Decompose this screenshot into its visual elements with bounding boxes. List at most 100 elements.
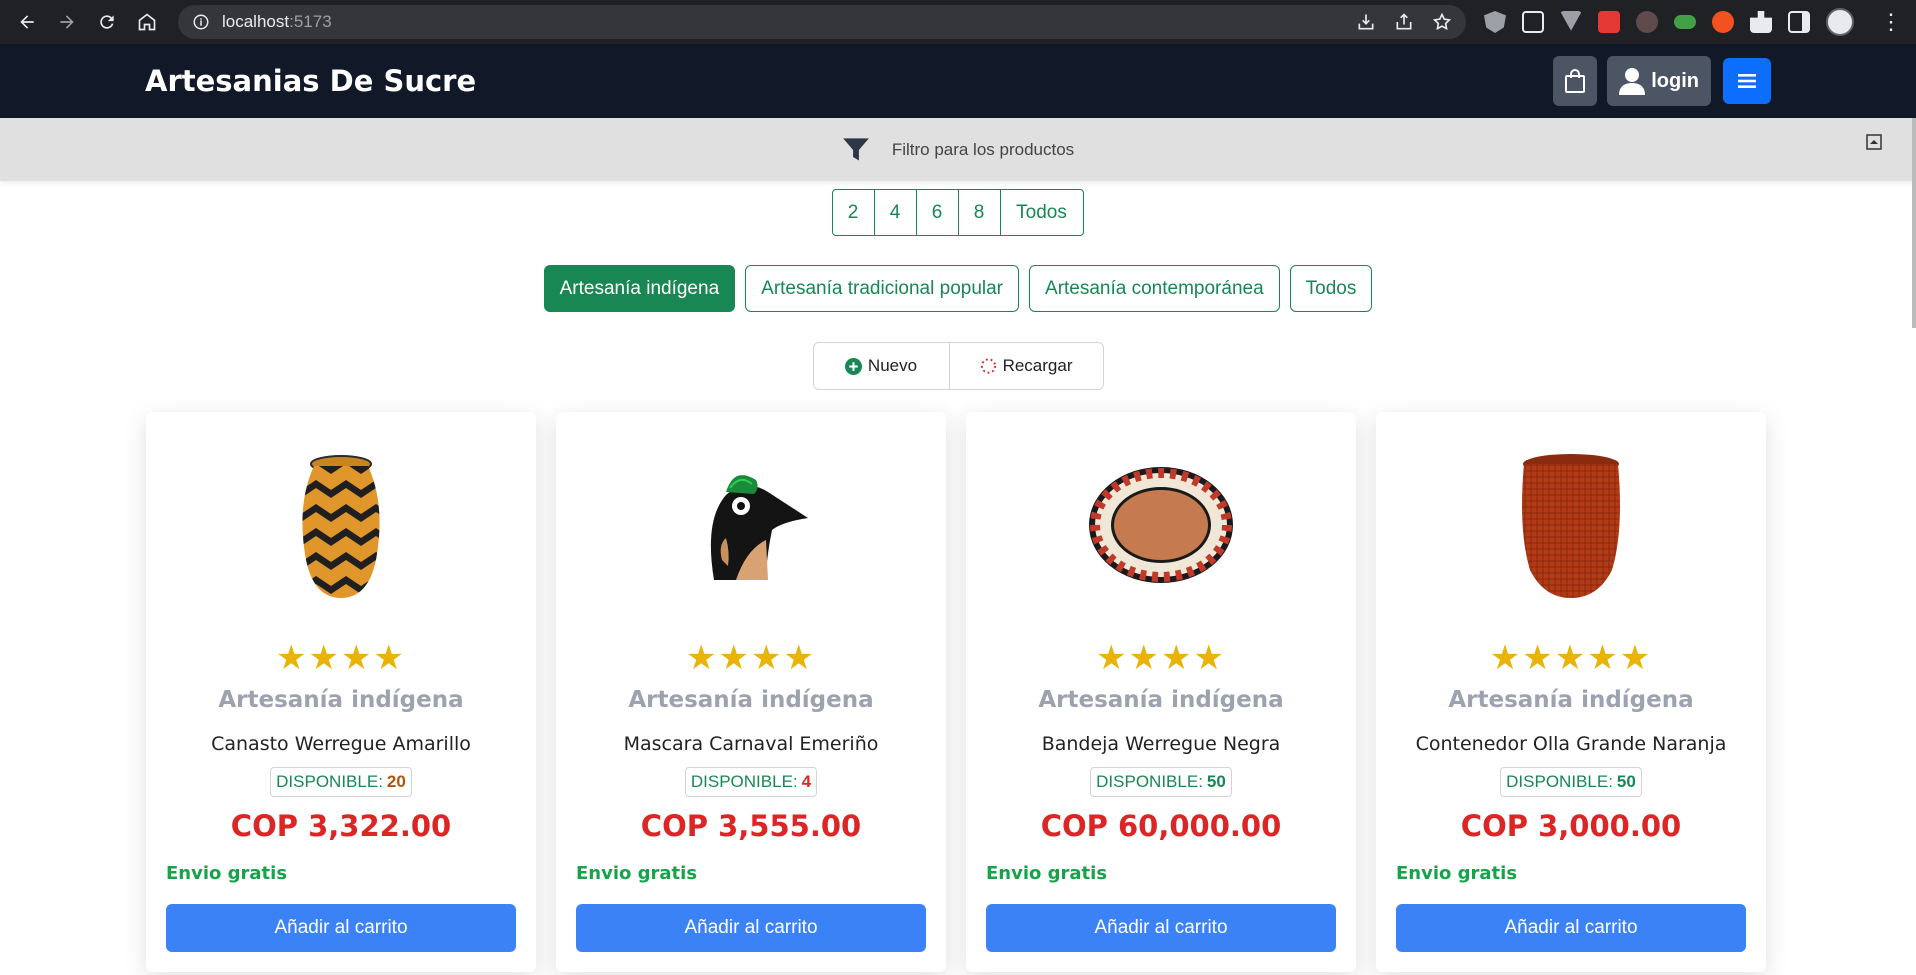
shipping-label: Envio gratis: [166, 862, 288, 884]
shield-extension-icon[interactable]: [1484, 11, 1506, 33]
page-size-8[interactable]: 8: [957, 189, 1001, 236]
product-category: Artesanía indígena: [1038, 686, 1284, 713]
menu-button[interactable]: [1723, 58, 1771, 104]
rating-stars: ★★★★: [276, 639, 406, 678]
browser-toolbar: localhost:5173 ⋮: [0, 0, 1916, 44]
add-to-cart-button[interactable]: Añadir al carrito: [166, 903, 516, 952]
add-to-cart-button[interactable]: Añadir al carrito: [1396, 903, 1746, 952]
add-to-cart-button[interactable]: Añadir al carrito: [576, 903, 926, 952]
bug-extension-icon[interactable]: [1636, 11, 1658, 33]
login-button[interactable]: login: [1607, 56, 1711, 106]
availability-badge: DISPONIBLE: 4: [684, 766, 818, 797]
product-category: Artesanía indígena: [628, 686, 874, 713]
availability-qty: 4: [801, 771, 812, 791]
product-card: ★★★★ Artesanía indígena Mascara Carnaval…: [556, 412, 946, 972]
availability-label: DISPONIBLE:: [1096, 771, 1203, 791]
reload-label: Recargar: [1002, 356, 1073, 375]
url-host: localhost: [222, 12, 290, 31]
cart-button[interactable]: [1553, 56, 1598, 106]
page-size-4[interactable]: 4: [873, 189, 917, 236]
product-name: Bandeja Werregue Negra: [1041, 732, 1281, 755]
page-size-6[interactable]: 6: [915, 189, 959, 236]
availability-label: DISPONIBLE:: [276, 771, 383, 791]
product-grid: ★★★★ Artesanía indígena Canasto Werregue…: [0, 412, 1916, 972]
home-icon[interactable]: [130, 5, 164, 39]
login-label: login: [1651, 69, 1699, 92]
side-panel-icon[interactable]: [1788, 11, 1810, 33]
rating-stars: ★★★★★: [1489, 639, 1653, 678]
forward-icon[interactable]: [50, 5, 84, 39]
add-to-cart-button[interactable]: Añadir al carrito: [986, 903, 1336, 952]
new-label: Nuevo: [867, 356, 918, 375]
product-category: Artesanía indígena: [1448, 686, 1694, 713]
availability-badge: DISPONIBLE: 50: [1500, 766, 1642, 797]
share-icon[interactable]: [1394, 12, 1414, 32]
app-header: Artesanias De Sucre login: [0, 44, 1916, 118]
page-size-2[interactable]: 2: [831, 189, 875, 236]
availability-qty: 50: [1206, 771, 1226, 791]
reload-icon[interactable]: [90, 5, 124, 39]
spinner-icon: [980, 358, 996, 374]
page-scrollbar[interactable]: [1912, 118, 1916, 328]
product-price: COP 3,000.00: [1460, 808, 1682, 843]
product-card: ★★★★★ Artesanía indígena Contenedor Olla…: [1376, 412, 1766, 972]
rating-stars: ★★★★: [686, 639, 816, 678]
availability-qty: 20: [386, 771, 406, 791]
shipping-label: Envio gratis: [1396, 862, 1518, 884]
install-icon[interactable]: [1356, 12, 1376, 32]
reload-button[interactable]: Recargar: [948, 342, 1104, 390]
product-card: ★★★★ Artesanía indígena Bandeja Werregue…: [966, 412, 1356, 972]
product-category: Artesanía indígena: [218, 686, 464, 713]
bookmark-star-icon[interactable]: [1432, 12, 1452, 32]
glasses-extension-icon[interactable]: [1522, 11, 1544, 33]
vue-extension-icon[interactable]: [1560, 11, 1582, 31]
address-bar[interactable]: localhost:5173: [178, 5, 1466, 39]
back-icon[interactable]: [10, 5, 44, 39]
availability-label: DISPONIBLE:: [1506, 771, 1613, 791]
product-price: COP 60,000.00: [1040, 808, 1282, 843]
shipping-label: Envio gratis: [576, 862, 698, 884]
more-menu-icon[interactable]: ⋮: [1880, 9, 1902, 35]
action-group: Nuevo Recargar: [0, 342, 1916, 390]
product-name: Mascara Carnaval Emeriño: [623, 732, 879, 755]
filter-label: Filtro para los productos: [891, 139, 1075, 159]
hamburger-icon: [1738, 74, 1756, 88]
category-todos[interactable]: Todos: [1289, 265, 1373, 312]
category-contemporanea[interactable]: Artesanía contemporánea: [1029, 265, 1280, 312]
product-card: ★★★★ Artesanía indígena Canasto Werregue…: [146, 412, 536, 972]
filter-bar[interactable]: Filtro para los productos: [0, 118, 1916, 181]
availability-label: DISPONIBLE:: [690, 771, 798, 791]
product-name: Contenedor Olla Grande Naranja: [1415, 732, 1727, 755]
product-image[interactable]: [1061, 438, 1261, 612]
shipping-label: Envio gratis: [986, 862, 1108, 884]
site-info-icon[interactable]: [192, 13, 210, 31]
product-image[interactable]: [651, 438, 851, 612]
page-size-all[interactable]: Todos: [999, 189, 1084, 236]
new-button[interactable]: Nuevo: [812, 342, 950, 390]
availability-badge: DISPONIBLE: 50: [1090, 766, 1232, 797]
orange-extension-icon[interactable]: [1712, 11, 1734, 33]
rating-stars: ★★★★: [1096, 639, 1226, 678]
page-size-group: 2 4 6 8 Todos: [0, 189, 1916, 236]
product-image[interactable]: [1471, 438, 1671, 612]
collapse-icon[interactable]: [1866, 134, 1882, 150]
availability-qty: 50: [1616, 771, 1636, 791]
filter-funnel-icon: [842, 137, 869, 160]
category-filters: Artesanía indígena Artesanía tradicional…: [0, 265, 1916, 312]
product-image[interactable]: [241, 438, 441, 612]
profile-avatar[interactable]: [1826, 8, 1854, 36]
brand-title[interactable]: Artesanias De Sucre: [145, 64, 476, 98]
category-tradicional[interactable]: Artesanía tradicional popular: [745, 265, 1020, 312]
plus-circle-icon: [844, 357, 862, 375]
puzzle-icon[interactable]: [1750, 11, 1772, 33]
product-price: COP 3,555.00: [640, 808, 862, 843]
url-port: :5173: [289, 12, 332, 31]
availability-badge: DISPONIBLE: 20: [270, 766, 412, 797]
category-indigena[interactable]: Artesanía indígena: [543, 265, 736, 312]
shopping-bag-icon: [1565, 69, 1586, 93]
product-name: Canasto Werregue Amarillo: [211, 732, 471, 755]
red-extension-icon[interactable]: [1598, 11, 1620, 33]
green-extension-icon[interactable]: [1674, 15, 1696, 29]
product-price: COP 3,322.00: [230, 808, 452, 843]
user-icon: [1619, 68, 1646, 95]
